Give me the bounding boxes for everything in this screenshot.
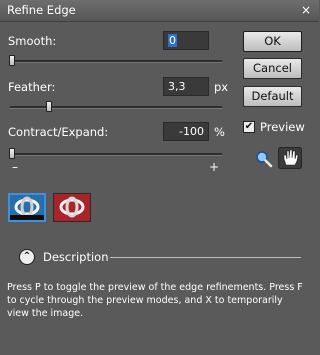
feather-label: Feather: <box>8 80 56 94</box>
feather-unit: px <box>214 80 229 94</box>
smooth-slider-track[interactable] <box>10 60 222 63</box>
contract-expand-field[interactable]: -100 <box>163 122 209 141</box>
smooth-label: Smooth: <box>8 34 57 48</box>
smooth-slider-thumb[interactable] <box>9 55 15 66</box>
title-bar: Refine Edge × <box>0 0 319 22</box>
window-title: Refine Edge <box>7 3 76 17</box>
plus-icon: + <box>209 160 220 174</box>
description-toggle-icon[interactable]: ⌃ <box>19 249 35 265</box>
help-text: Press P to toggle the preview of the edg… <box>7 282 303 319</box>
smooth-field[interactable]: 0 <box>163 31 209 50</box>
contract-expand-label: Contract/Expand: <box>8 125 109 139</box>
preview-label: Preview <box>260 120 305 134</box>
contract-expand-slider-track[interactable] <box>10 153 222 156</box>
cancel-button[interactable]: Cancel <box>243 58 302 79</box>
selection-view-thumbnail[interactable] <box>8 193 46 222</box>
contract-expand-unit: % <box>214 125 225 139</box>
smooth-value: 0 <box>168 34 177 47</box>
feather-field[interactable]: 3,3 <box>163 77 209 96</box>
selection-view-icon <box>10 195 44 220</box>
mask-view-thumbnail[interactable] <box>53 193 91 222</box>
feather-slider-thumb[interactable] <box>46 101 52 112</box>
hand-icon[interactable] <box>278 147 302 169</box>
zoom-icon[interactable] <box>255 150 273 168</box>
preview-checkbox[interactable]: ✔ <box>243 121 255 133</box>
ok-button[interactable]: OK <box>243 31 302 52</box>
close-icon[interactable]: × <box>299 3 313 17</box>
mask-view-icon <box>54 194 90 221</box>
default-button[interactable]: Default <box>243 86 302 107</box>
description-divider <box>110 257 301 258</box>
description-label: Description <box>43 250 109 264</box>
feather-slider-track[interactable] <box>10 106 222 109</box>
minus-icon: – <box>12 160 18 174</box>
contract-expand-slider-thumb[interactable] <box>9 148 15 159</box>
